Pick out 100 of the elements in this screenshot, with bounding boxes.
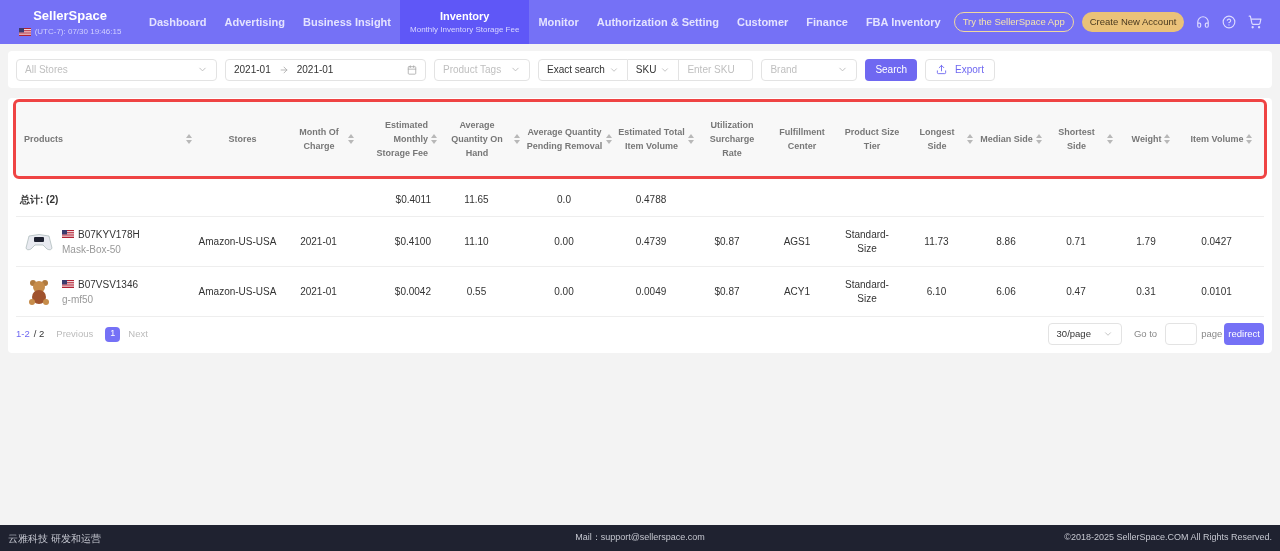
nav-tab[interactable]: FBA Inventory [856,0,950,44]
arrow-right-icon [278,64,289,75]
nav-tab[interactable]: Advertising [215,0,294,44]
sort-icon[interactable] [186,134,192,144]
total-pages-text: / 2 [33,326,45,341]
total-cell-text: 0.4788 [635,193,667,207]
teddy-bear-photo [26,278,52,305]
us-flag-icon [62,280,74,288]
game-controller-photo [25,231,53,252]
table-cell: $0.0042 [394,284,431,299]
sort-icon[interactable] [688,134,694,144]
table-cell: 0.0427 [1201,234,1232,249]
column-header: Stores [228,133,257,146]
column-header: Fulfillment Center [778,126,826,153]
asin-text[interactable]: B07VSV1346 [78,276,139,292]
mail-text: Mail：support@sellerspace.com [574,531,706,545]
column-header: Estimated Monthly Storage Fee [375,119,428,160]
column-header: Utilization Surcharge Rate [708,119,756,160]
sort-icon[interactable] [967,134,973,144]
nav-tab[interactable]: Dashboard [140,0,216,44]
table-cell: 8.86 [996,234,1016,249]
redirect-button[interactable]: redirect [1224,323,1264,345]
help-icon[interactable] [1222,15,1237,29]
page-label: page [1201,326,1223,341]
table-cell: ACY1 [783,284,811,299]
support-icon[interactable] [1196,15,1211,29]
search-mode-select[interactable]: Exact search [538,58,628,81]
table-cell: 6.06 [996,284,1016,299]
range-text: 1-2 [16,326,30,341]
sort-icon[interactable] [514,134,520,144]
logo[interactable]: SellerSpace [33,6,107,26]
table-cell: $0.4100 [394,234,431,249]
page-size-select[interactable]: 30/page [1047,323,1122,345]
table-cell: $0.87 [714,284,740,299]
column-header: Average Quantity On Hand [450,119,504,160]
sort-icon[interactable] [1107,134,1113,144]
sku-text: g-mf50 [62,292,95,307]
total-cell-text: 11.65 [464,193,489,207]
table-cell: AGS1 [783,234,811,249]
column-header: Products [24,133,64,146]
table-cell: 0.0049 [635,284,667,299]
sort-icon[interactable] [348,134,354,144]
column-header: Item Volume [1190,133,1244,146]
sku-text: Mask-Box-50 [62,242,122,257]
column-header: Median Side [980,133,1033,146]
column-header: Weight [1131,133,1162,146]
page-button[interactable]: 1 [105,326,121,342]
create-account-button[interactable]: Create New Account [1081,12,1185,32]
stores-select[interactable]: All Stores [16,58,217,81]
table-cell: 0.00 [554,234,574,249]
goto-input[interactable] [1165,323,1198,345]
table-cell: 6.10 [926,284,947,299]
table-cell: 0.31 [1136,284,1156,299]
total-cell-text: 0.0 [557,193,571,207]
table-cell: 0.71 [1066,234,1086,249]
table-cell-text: Standard-Size [844,277,890,306]
total-label: 总计: (2) [20,193,59,207]
table-cell: 2021-01 [300,284,337,299]
search-button[interactable]: Search [865,58,918,81]
table-cell: 0.55 [466,284,487,299]
table-cell: 11.73 [924,234,949,249]
table-cell: 0.0101 [1201,284,1232,299]
tags-select[interactable]: Product Tags [434,58,530,81]
table-cell: $0.87 [714,234,740,249]
clock-text: (UTC-7): 07/30 19:46:15 [34,25,122,38]
column-header: Longest Side [918,126,956,153]
sort-icon[interactable] [1164,134,1171,144]
sort-icon[interactable] [431,134,437,144]
table-cell-text: Standard-Size [844,227,890,256]
nav-tab[interactable]: Inventory Monthly Inventory Storage Fee [400,0,530,44]
goto-label: Go to [1133,326,1158,341]
search-field-select[interactable]: SKU [627,58,680,81]
table-cell: 0.4739 [635,234,667,249]
next-link[interactable]: Next [128,326,148,342]
sort-icon[interactable] [606,134,612,144]
brand-select[interactable]: Brand [761,58,858,81]
chevron-down-icon [1102,329,1113,339]
nav-tab[interactable]: Customer [727,0,798,44]
nav-tab[interactable]: Business Insight [294,0,400,44]
date-range-field[interactable]: 2021-01 2021-01 [225,58,426,81]
column-header: Product Size Tier [843,126,901,153]
column-header: Shortest Side [1057,126,1096,153]
table-cell: Amazon-US-USA [198,234,277,249]
sort-icon[interactable] [1246,134,1253,144]
nav-tab[interactable]: Authorization & Setting [587,0,728,44]
export-button[interactable]: Export [925,58,995,81]
nav-tab[interactable]: Finance [797,0,857,44]
column-header: Month Of Charge [298,126,340,153]
previous-link[interactable]: Previous [56,326,94,342]
upload-icon [936,64,948,75]
sku-input[interactable]: Enter SKU [679,58,754,81]
total-cell-text: $0.4011 [395,193,431,207]
asin-text[interactable]: B07KYV178H [78,226,140,242]
table-cell: 0.47 [1066,284,1086,299]
calendar-icon [407,64,417,75]
table-cell: 11.10 [464,234,489,249]
sort-icon[interactable] [1035,134,1042,144]
us-flag-icon [18,27,31,36]
nav-tab[interactable]: Monitor [529,0,588,44]
cart-icon[interactable] [1248,15,1263,29]
